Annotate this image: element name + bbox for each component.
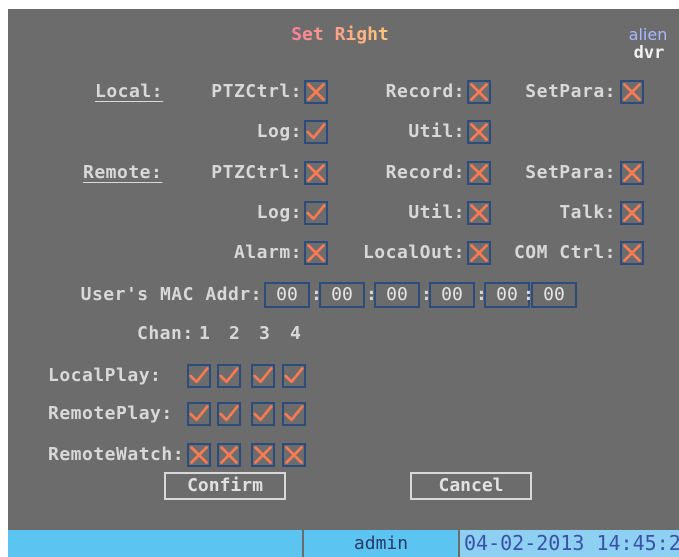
remote-watch-ch1-checkbox[interactable] (187, 443, 211, 467)
cross-icon (623, 244, 641, 262)
remote-log-label: Log: (256, 202, 302, 223)
remote-play-ch2-checkbox[interactable] (217, 402, 241, 426)
remote-alarm-label: Alarm: (233, 242, 302, 263)
mac-octet-4[interactable]: 00 (429, 282, 475, 308)
channel-number: 2 (229, 323, 241, 344)
local-setpara-label: SetPara: (525, 81, 616, 102)
logo-bottom-text: dvr (633, 43, 665, 63)
dialog-title: Set Right (270, 24, 410, 46)
check-icon (189, 367, 209, 384)
channel-label: Chan: (137, 323, 194, 344)
local-util-label: Util: (408, 121, 465, 142)
remote-comctrl-label: COM Ctrl: (513, 242, 616, 263)
remote-alarm-checkbox[interactable] (304, 241, 328, 265)
local-play-label: LocalPlay: (48, 365, 162, 386)
remote-record-label: Record: (385, 162, 465, 183)
local-record-label: Record: (385, 81, 465, 102)
remote-log-checkbox[interactable] (304, 201, 328, 225)
mac-octet-1[interactable]: 00 (264, 282, 310, 308)
cross-icon (285, 446, 303, 464)
remote-ptz-checkbox[interactable] (304, 161, 328, 185)
local-setpara-checkbox[interactable] (620, 80, 644, 104)
cross-icon (470, 244, 488, 262)
remote-util-label: Util: (408, 202, 465, 223)
check-icon (306, 204, 326, 221)
channel-number: 1 (199, 323, 211, 344)
cross-icon (307, 83, 325, 101)
cross-icon (470, 123, 488, 141)
cross-icon (254, 446, 272, 464)
system-datetime: 04-02-2013 14:45:25 (460, 530, 679, 557)
confirm-button[interactable]: Confirm (164, 472, 286, 500)
remote-util-checkbox[interactable] (467, 201, 491, 225)
local-ptz-checkbox[interactable] (304, 80, 328, 104)
channel-number: 3 (259, 323, 271, 344)
status-bar: admin 04-02-2013 14:45:25 (8, 530, 679, 557)
remote-comctrl-checkbox[interactable] (620, 241, 644, 265)
check-icon (189, 405, 209, 422)
cross-icon (470, 164, 488, 182)
remote-watch-ch3-checkbox[interactable] (251, 443, 275, 467)
local-play-ch4-checkbox[interactable] (282, 364, 306, 388)
remote-play-ch3-checkbox[interactable] (251, 402, 275, 426)
remote-play-ch4-checkbox[interactable] (282, 402, 306, 426)
local-log-label: Log: (256, 121, 302, 142)
check-icon (253, 367, 273, 384)
logged-in-user: admin (304, 530, 458, 557)
local-play-ch2-checkbox[interactable] (217, 364, 241, 388)
remote-record-checkbox[interactable] (467, 161, 491, 185)
mac-octet-6[interactable]: 00 (531, 282, 577, 308)
remote-localout-checkbox[interactable] (467, 241, 491, 265)
remote-localout-label: LocalOut: (362, 242, 465, 263)
remote-ptz-label: PTZCtrl: (211, 162, 302, 183)
remote-play-ch1-checkbox[interactable] (187, 402, 211, 426)
check-icon (306, 123, 326, 140)
remote-watch-ch4-checkbox[interactable] (282, 443, 306, 467)
remote-talk-checkbox[interactable] (620, 201, 644, 225)
cross-icon (190, 446, 208, 464)
channel-number: 4 (290, 323, 302, 344)
cancel-button[interactable]: Cancel (410, 472, 532, 500)
check-icon (219, 367, 239, 384)
mac-octet-2[interactable]: 00 (319, 282, 365, 308)
mac-octet-3[interactable]: 00 (374, 282, 420, 308)
local-play-ch3-checkbox[interactable] (251, 364, 275, 388)
status-bar-message-area (8, 530, 302, 557)
check-icon (219, 405, 239, 422)
cross-icon (307, 164, 325, 182)
remote-play-label: RemotePlay: (48, 403, 173, 424)
check-icon (284, 405, 304, 422)
local-ptz-label: PTZCtrl: (211, 81, 302, 102)
local-log-checkbox[interactable] (304, 120, 328, 144)
cross-icon (623, 164, 641, 182)
cross-icon (220, 446, 238, 464)
check-icon (253, 405, 273, 422)
logo-top-text: alien (628, 25, 668, 44)
cross-icon (623, 204, 641, 222)
local-record-checkbox[interactable] (467, 80, 491, 104)
local-play-ch1-checkbox[interactable] (187, 364, 211, 388)
remote-setpara-checkbox[interactable] (620, 161, 644, 185)
cross-icon (623, 83, 641, 101)
remote-section-label: Remote: (83, 162, 163, 183)
cross-icon (470, 83, 488, 101)
remote-setpara-label: SetPara: (525, 162, 616, 183)
remote-watch-ch2-checkbox[interactable] (217, 443, 241, 467)
check-icon (284, 367, 304, 384)
local-util-checkbox[interactable] (467, 120, 491, 144)
remote-watch-label: RemoteWatch: (48, 444, 185, 465)
cross-icon (470, 204, 488, 222)
mac-address-label: User's MAC Addr: (80, 284, 262, 305)
remote-talk-label: Talk: (559, 202, 616, 223)
cross-icon (307, 244, 325, 262)
local-section-label: Local: (95, 81, 164, 102)
